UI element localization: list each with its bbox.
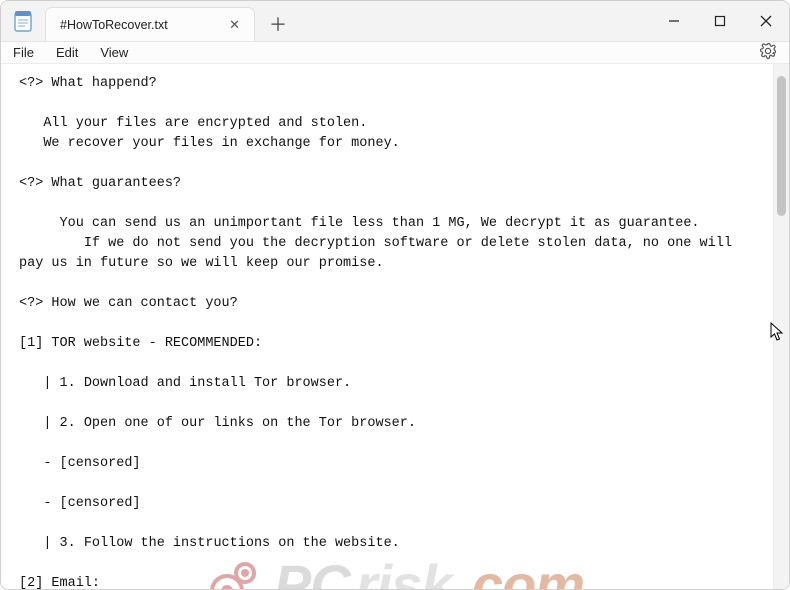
titlebar-spacer — [295, 1, 651, 41]
titlebar: #HowToRecover.txt ✕ ＋ — [1, 1, 789, 42]
menubar: File Edit View — [1, 42, 789, 64]
settings-button[interactable] — [759, 42, 777, 63]
tab-active[interactable]: #HowToRecover.txt ✕ — [45, 7, 255, 41]
notepad-window: #HowToRecover.txt ✕ ＋ File Edit View — [0, 0, 790, 590]
tab-title: #HowToRecover.txt — [60, 18, 168, 32]
menu-file[interactable]: File — [13, 45, 34, 60]
minimize-button[interactable] — [651, 1, 697, 41]
menu-edit[interactable]: Edit — [56, 45, 78, 60]
tab-strip: #HowToRecover.txt ✕ ＋ — [45, 1, 295, 41]
menu-view[interactable]: View — [100, 45, 128, 60]
text-content[interactable]: <?> What happend? All your files are enc… — [1, 64, 773, 590]
tab-close-icon[interactable]: ✕ — [225, 17, 244, 33]
close-button[interactable] — [743, 1, 789, 41]
app-icon — [1, 1, 45, 41]
window-controls — [651, 1, 789, 41]
maximize-button[interactable] — [697, 1, 743, 41]
scrollbar-thumb[interactable] — [777, 76, 786, 216]
vertical-scrollbar[interactable] — [773, 64, 789, 590]
notepad-icon — [14, 10, 32, 32]
editor-area: <?> What happend? All your files are enc… — [1, 64, 789, 590]
gear-icon — [759, 42, 777, 60]
new-tab-button[interactable]: ＋ — [261, 7, 295, 41]
